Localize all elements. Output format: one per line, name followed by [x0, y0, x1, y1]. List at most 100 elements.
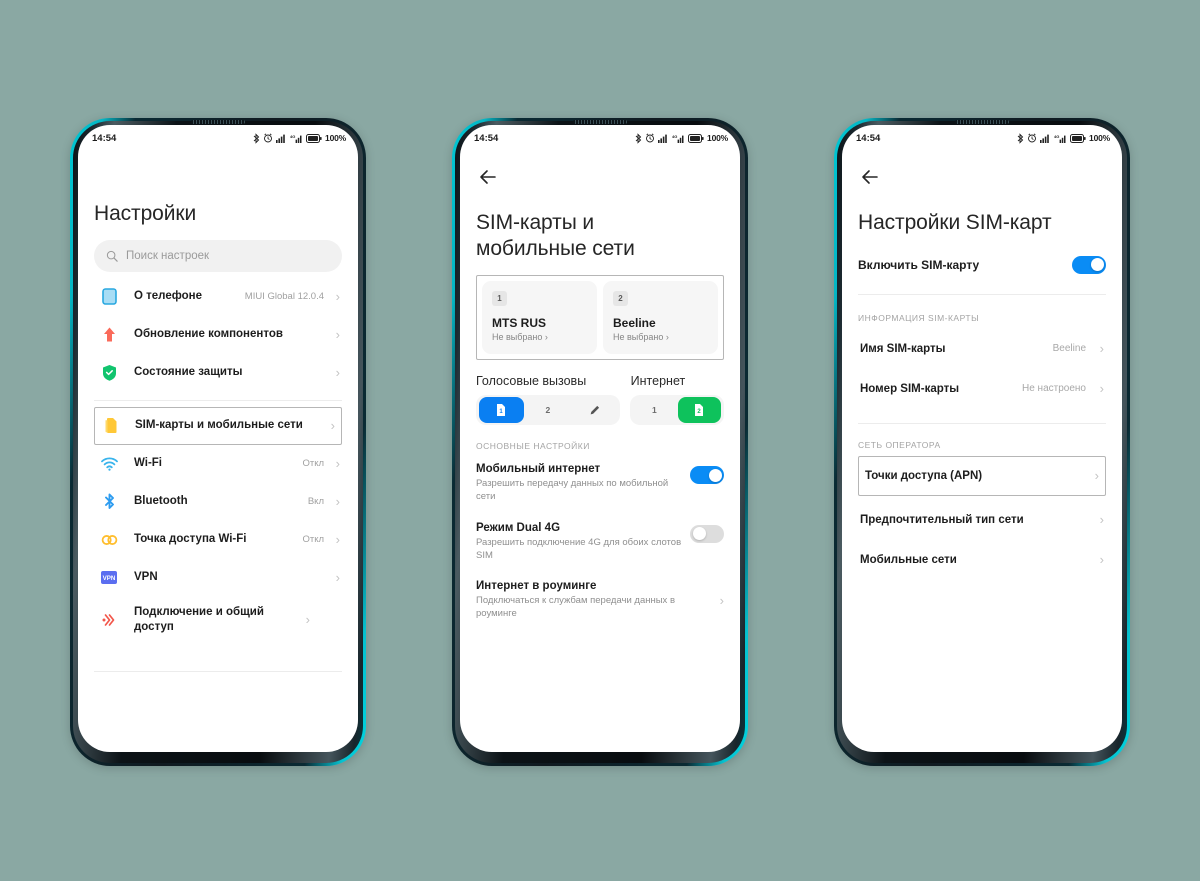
wifi-icon — [96, 457, 122, 471]
sim-status-text: Не выбрано › — [492, 332, 548, 343]
sim-chip-icon: 2 — [695, 404, 704, 417]
mobile-networks-row[interactable]: Мобильные сети › — [858, 540, 1106, 580]
sidebar-item-security-status[interactable]: Состояние защиты › — [94, 354, 342, 392]
preferred-network-type-row[interactable]: Предпочтительный тип сети › — [858, 500, 1106, 540]
chevron-right-icon: › — [1094, 468, 1099, 484]
row-value: Не настроено — [1022, 383, 1086, 395]
sim-status-text: Не выбрано › — [613, 332, 669, 343]
row-title: Мобильный интернет — [476, 463, 601, 476]
signal-sim1-icon — [276, 134, 285, 143]
status-icons: 4G 100% — [635, 132, 728, 144]
svg-text:4G: 4G — [672, 134, 677, 139]
sim-name-row[interactable]: Имя SIM-карты Beeline › — [858, 329, 1106, 369]
bluetooth-icon — [635, 132, 642, 144]
hotspot-icon — [96, 533, 122, 547]
svg-text:4G: 4G — [290, 134, 295, 139]
status-time: 14:54 — [856, 132, 881, 144]
internet-selector: 1 2 — [629, 395, 724, 426]
roaming-row[interactable]: Интернет в роуминге Подключаться к служб… — [476, 580, 724, 621]
row-title: Интернет в роуминге — [476, 580, 597, 593]
sidebar-item-label: Bluetooth — [134, 495, 188, 508]
pencil-icon — [590, 405, 600, 415]
chevron-right-icon: › — [335, 365, 340, 381]
chevron-right-icon: › — [1099, 552, 1104, 568]
signal-sim2-icon: 4G — [672, 134, 684, 143]
dual-4g-text: Режим Dual 4G Разрешить подключение 4G д… — [476, 522, 690, 563]
voice-edit-option[interactable] — [572, 397, 617, 423]
battery-icon — [1070, 133, 1086, 143]
sim-number-row[interactable]: Номер SIM-карты Не настроено › — [858, 369, 1106, 409]
update-arrow-icon — [96, 326, 122, 343]
mobile-internet-control — [690, 463, 724, 485]
sidebar-item-wifi[interactable]: Wi-Fi Откл › — [94, 445, 342, 483]
sidebar-item-value: Откл — [302, 534, 324, 546]
mobile-internet-row[interactable]: Мобильный интернет Разрешить передачу да… — [476, 463, 724, 504]
dual-4g-toggle[interactable] — [690, 524, 724, 543]
search-input[interactable]: Поиск настроек — [94, 239, 342, 272]
sim-operator-name: Beeline — [613, 316, 656, 331]
status-bar: 14:54 4G 100% — [842, 125, 1122, 151]
sidebar-item-value: MIUI Global 12.0.4 — [244, 291, 324, 303]
sidebar-item-connection-sharing[interactable]: Подключение и общий доступ › — [94, 597, 342, 643]
sidebar-item-about-phone[interactable]: О телефоне MIUI Global 12.0.4 › — [94, 278, 342, 316]
sidebar-item-wifi-hotspot[interactable]: Точка доступа Wi-Fi Откл › — [94, 521, 342, 559]
voice-sim2-option[interactable]: 2 — [526, 397, 571, 423]
section-label-sim-info: ИНФОРМАЦИЯ SIM-КАРТЫ — [858, 312, 980, 323]
bluetooth-icon — [1017, 132, 1024, 144]
sidebar-item-vpn[interactable]: VPN VPN › — [94, 559, 342, 597]
row-label: Точки доступа (APN) — [865, 469, 983, 482]
status-icons: 4G 100% — [253, 132, 346, 144]
battery-icon — [688, 133, 704, 143]
row-label: Имя SIM-карты — [860, 342, 946, 355]
sidebar-item-component-update[interactable]: Обновление компонентов › — [94, 316, 342, 354]
mobile-internet-toggle[interactable] — [690, 466, 724, 485]
row-description: Разрешить передачу данных по мобильной с… — [476, 478, 669, 503]
row-label: Предпочтительный тип сети — [860, 513, 1024, 526]
voice-calls-selector: 1 2 — [476, 395, 620, 426]
phone-2: 14:54 4G 100% SIM-карты и мобильные сети… — [452, 118, 748, 766]
voice-sim1-option[interactable]: 1 — [479, 397, 524, 424]
chevron-right-icon: › — [335, 456, 340, 472]
row-description: Подключаться к службам передачи данных в… — [476, 595, 675, 620]
sim-card-icon — [97, 417, 123, 434]
sidebar-item-label: О телефоне — [134, 290, 202, 303]
sidebar-item-bluetooth[interactable]: Bluetooth Вкл › — [94, 483, 342, 521]
sim-slot-badge: 1 — [492, 291, 507, 307]
sidebar-item-sim-networks[interactable]: SIM-карты и мобильные сети › — [94, 406, 342, 445]
sidebar-item-label: Wi-Fi — [134, 457, 162, 470]
segment-headers: Голосовые вызовы Интернет — [476, 374, 724, 388]
status-time: 14:54 — [474, 132, 499, 144]
dual-4g-row[interactable]: Режим Dual 4G Разрешить подключение 4G д… — [476, 522, 724, 563]
phone-1: 14:54 4G 100% Настройки Поиск настроек О… — [70, 118, 366, 766]
chevron-right-icon: › — [1099, 512, 1104, 528]
sim-cards-container: 1 MTS RUS Не выбрано › 2 Beeline Не выбр… — [476, 275, 724, 361]
signal-sim2-icon: 4G — [290, 134, 302, 143]
data-sim2-option[interactable]: 2 — [677, 397, 722, 424]
row-label: Номер SIM-карты — [860, 382, 960, 395]
settings-group-1: О телефоне MIUI Global 12.0.4 › Обновлен… — [94, 278, 342, 392]
chevron-right-icon: › — [305, 612, 310, 628]
back-arrow-icon[interactable] — [858, 165, 882, 189]
sidebar-item-value: Вкл — [307, 496, 324, 508]
sim-slot-badge: 2 — [613, 291, 628, 307]
apn-row[interactable]: Точки доступа (APN) › — [858, 455, 1106, 496]
row-label: Мобильные сети — [860, 553, 957, 566]
toggle-knob — [692, 527, 706, 541]
data-sim1-option[interactable]: 1 — [633, 397, 676, 423]
screen2-content: SIM-карты и мобильные сети 1 MTS RUS Не … — [460, 151, 740, 752]
earpiece-speaker — [955, 120, 1009, 124]
sim-card-1[interactable]: 1 MTS RUS Не выбрано › — [482, 281, 597, 355]
enable-sim-row[interactable]: Включить SIM-карту — [858, 255, 1106, 274]
sim-card-2[interactable]: 2 Beeline Не выбрано › — [603, 281, 718, 355]
page-title: Настройки — [94, 202, 197, 225]
chevron-right-icon: › — [335, 494, 340, 510]
bluetooth-icon — [253, 132, 260, 144]
phone-info-icon — [96, 288, 122, 305]
sim-chip-icon: 1 — [497, 404, 506, 417]
enable-sim-toggle[interactable] — [1072, 255, 1106, 274]
status-icons: 4G 100% — [1017, 132, 1110, 144]
chevron-right-icon: › — [1099, 341, 1104, 357]
row-description: Разрешить подключение 4G для обоих слото… — [476, 536, 682, 561]
section-divider — [858, 293, 1106, 295]
back-arrow-icon[interactable] — [476, 165, 500, 189]
